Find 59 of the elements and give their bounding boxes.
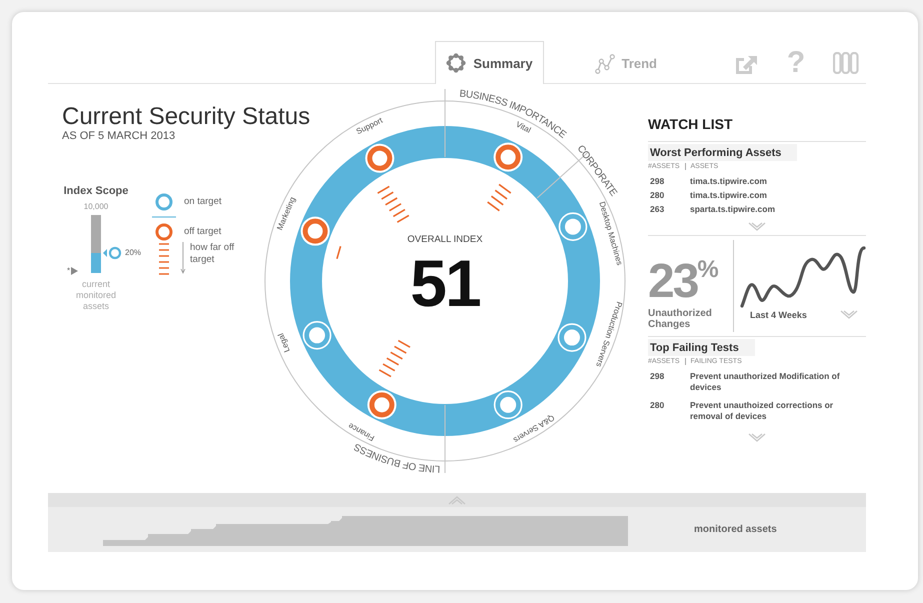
page-title: Current Security Status xyxy=(62,103,310,131)
section-title: Worst Performing Assets xyxy=(648,144,798,161)
off-target-node[interactable] xyxy=(494,142,523,172)
off-target-node[interactable] xyxy=(367,390,396,420)
stat-label: Unauthorized Changes xyxy=(648,308,713,330)
chevron-up-icon[interactable] xyxy=(448,495,466,505)
count-cell-text: 280 xyxy=(650,400,666,412)
count-cell-text: 298 xyxy=(650,176,666,186)
count-cell-text: 263 xyxy=(650,204,666,214)
count-cell-text: 298 xyxy=(650,371,666,383)
percent-label: 20% xyxy=(125,248,142,258)
off-target-node[interactable] xyxy=(300,216,330,246)
test-name: Prevent unauthoized corrections or removal of devices xyxy=(690,400,834,422)
segment-label: Desktop Machines xyxy=(597,200,624,266)
scope-caption: current monitored assets xyxy=(74,279,118,312)
columns-icon xyxy=(833,52,859,74)
chevron-down-icon[interactable] xyxy=(840,310,858,320)
tab[interactable]: Summary xyxy=(435,41,544,84)
asset-name: tima.ts.tipwire.com xyxy=(690,190,768,200)
chevron-down-icon[interactable] xyxy=(748,222,766,232)
index-scope-title: Index Scope xyxy=(64,184,128,199)
date-subtitle: AS OF 5 MARCH 2013 xyxy=(62,130,176,142)
trend-icon xyxy=(594,54,615,74)
period-label: Last 4 Weeks xyxy=(750,310,807,320)
asset-name: tima.ts.tipwire.com xyxy=(690,176,768,186)
segment-label: Legal xyxy=(276,332,292,354)
legend-label: how far off target xyxy=(190,242,236,266)
off-target-marks xyxy=(336,246,342,260)
footnote-mark: * xyxy=(67,266,70,275)
on-target-node[interactable] xyxy=(558,323,586,352)
help-button[interactable]: ? xyxy=(782,43,810,83)
test-name: Prevent unauthorized Modification of devices xyxy=(690,371,841,393)
index-caption: OVERALL INDEX xyxy=(407,234,483,245)
pointer-icon xyxy=(71,266,78,274)
chevron-down-icon[interactable] xyxy=(748,433,766,443)
scale-maximum: 10,000 xyxy=(84,202,108,211)
footer-label: monitored assets xyxy=(694,524,777,535)
legend-label: on target xyxy=(184,195,222,207)
down-arrow-icon xyxy=(180,242,186,274)
percent-value: 23$^{%}$ xyxy=(648,254,720,304)
asset-name: sparta.ts.tipwire.com xyxy=(690,204,776,214)
on-target-icon xyxy=(152,193,176,219)
on-target-node[interactable] xyxy=(558,212,588,241)
segment-divider xyxy=(444,404,446,474)
off-target-node[interactable] xyxy=(365,144,394,173)
legend-label: off target xyxy=(184,225,222,237)
target-marker-icon xyxy=(103,246,123,260)
watch-list-title: WATCH LIST xyxy=(648,116,734,132)
off-target-marks xyxy=(378,340,410,378)
off-target-marks xyxy=(487,184,512,212)
on-target-node[interactable] xyxy=(494,390,522,420)
overall-index-value: 51 xyxy=(410,246,480,320)
tab[interactable]: Trend xyxy=(584,42,668,84)
section-title: Top Failing Tests xyxy=(648,339,755,356)
off-target-marks xyxy=(377,186,410,223)
count-cell-text: 280 xyxy=(650,190,666,200)
on-target-node[interactable] xyxy=(302,321,332,350)
ring-icon xyxy=(446,53,466,73)
segment-divider xyxy=(444,88,446,158)
